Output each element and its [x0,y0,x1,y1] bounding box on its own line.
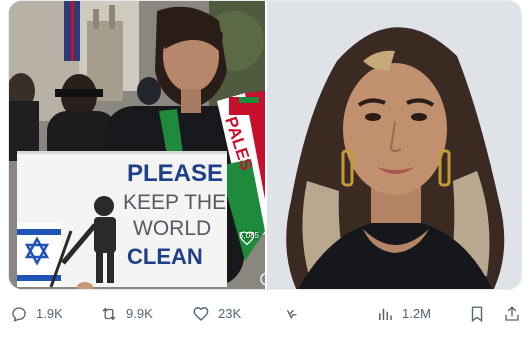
reply-count: 1.9K [36,306,63,321]
like-button[interactable]: 23K [192,300,241,328]
tweet-media-grid: PALES PLEASE KEEP THE WORLD CLEAN 5,085 [8,0,522,290]
grok-button[interactable] [283,300,309,328]
video-like-overlay[interactable]: 5,085 [239,231,259,245]
bookmark-icon [471,306,483,323]
grok-icon [286,309,297,320]
like-count: 23K [218,306,242,321]
share-icon [505,306,519,321]
sign-line-3: WORLD [133,217,211,240]
comment-overlay-icon [260,272,265,286]
heart-icon [193,307,209,321]
bar-chart-icon [379,308,392,320]
sign-line-1: PLEASE [127,160,223,187]
heart-overlay-icon [239,231,255,245]
speech-bubble-icon [12,307,26,322]
protest-photo-illustration: PALES PLEASE KEEP THE WORLD CLEAN [9,1,265,289]
views-button[interactable]: 1.2M [376,300,431,328]
tweet-action-bar: 1.9K 9.9K 23K 1.2M [0,300,530,328]
sign-line-4: CLEAN [127,244,203,269]
portrait-photo-illustration [267,1,521,289]
repost-arrows-icon [102,307,116,321]
share-button[interactable] [503,300,529,328]
bookmark-button[interactable] [468,300,494,328]
views-count: 1.2M [402,306,431,321]
repost-button[interactable]: 9.9K [100,300,153,328]
protest-photo[interactable]: PALES PLEASE KEEP THE WORLD CLEAN 5,085 [9,1,265,289]
sign-line-2: KEEP THE [123,191,226,214]
portrait-photo[interactable] [267,1,521,289]
repost-count: 9.9K [126,306,153,321]
reply-button[interactable]: 1.9K [10,300,63,328]
